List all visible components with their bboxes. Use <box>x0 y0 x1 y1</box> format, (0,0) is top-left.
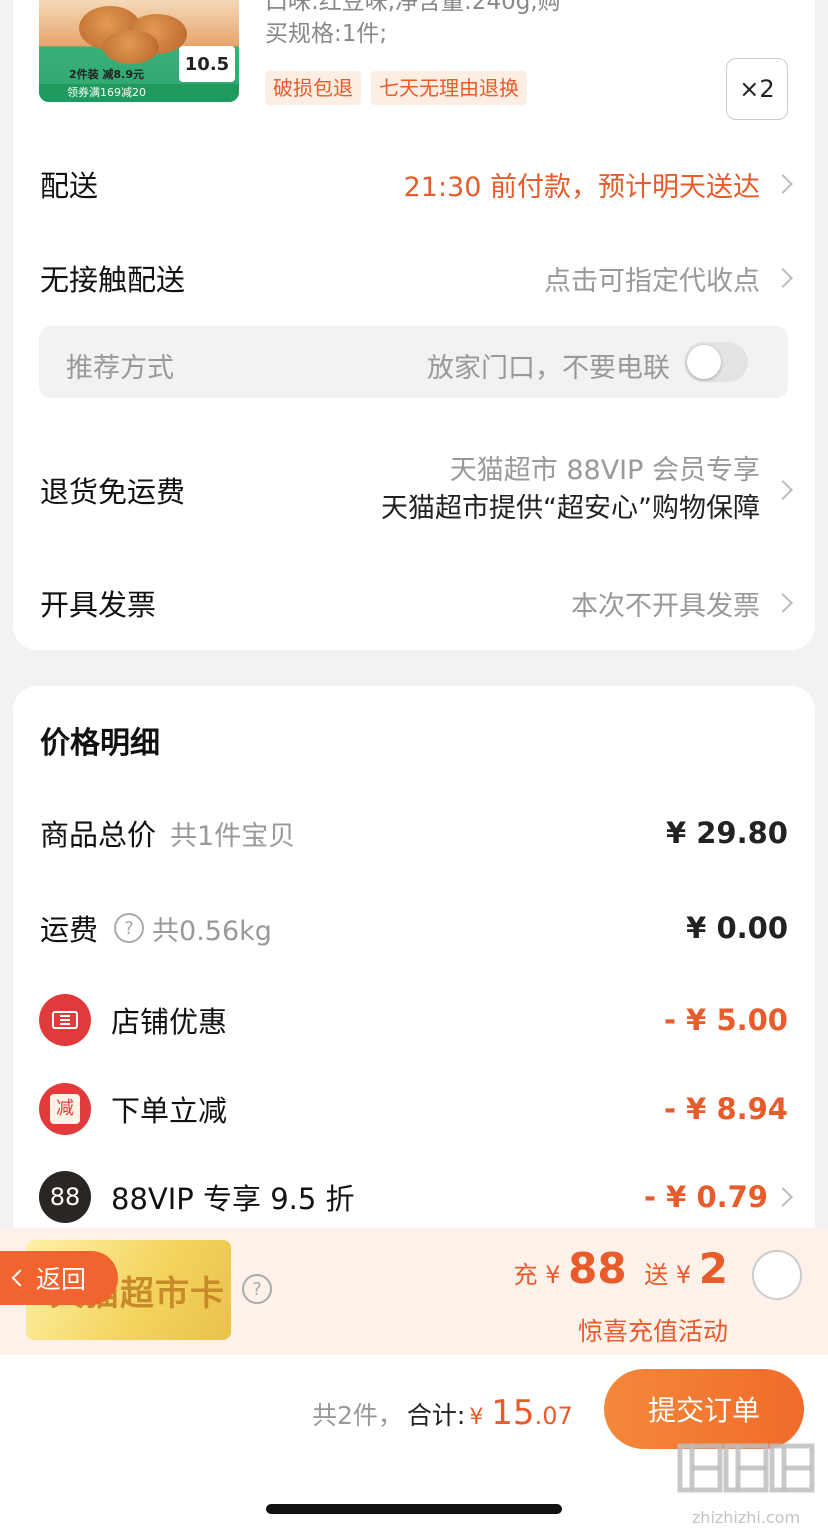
order-discount-label: 下单立减 <box>111 1094 228 1128</box>
items-total-label: 商品总价 <box>40 818 157 852</box>
item-count: 共2件， <box>312 1401 403 1430</box>
delivery-value: 21:30 前付款，预计明天送达 <box>404 165 793 204</box>
invoice-label: 开具发票 <box>40 588 157 622</box>
checkout-footer: 共2件， 合计: ¥ 15.07 提交订单 zhizhizhi.com <box>0 1355 828 1531</box>
coupon-icon <box>39 994 91 1046</box>
return-free-label: 退货免运费 <box>40 475 186 509</box>
chevron-right-icon <box>773 1187 793 1207</box>
tag-7day-return: 七天无理由退换 <box>371 71 527 105</box>
shipping-row: 运费? 共0.56kg ¥ 0.00 <box>40 905 788 951</box>
order-discount-amount: - ¥ 8.94 <box>664 1092 788 1126</box>
invoice-row[interactable]: 开具发票 本次不开具发票 <box>40 579 793 627</box>
store-discount-label: 店铺优惠 <box>111 1005 228 1039</box>
product-thumbnail[interactable]: 领券满169减20 2件装 减8.9元 10.5 <box>39 0 239 102</box>
contactless-row[interactable]: 无接触配送 点击可指定代收点 <box>40 254 793 302</box>
spec-line-2: 买规格:1件; <box>265 21 388 47</box>
return-free-value: 天猫超市 88VIP 会员专享 天猫超市提供“超安心”购物保障 <box>381 452 793 528</box>
submit-order-button[interactable]: 提交订单 <box>604 1369 804 1449</box>
quantity-selector[interactable]: ×2 <box>726 58 788 120</box>
tag-damage-return: 破损包退 <box>265 71 361 105</box>
order-total: 共2件， 合计: ¥ 15.07 <box>312 1393 573 1433</box>
home-indicator <box>266 1504 562 1514</box>
vip-amount: - ¥ 0.79 <box>644 1180 793 1214</box>
vip-discount-row[interactable]: 88 88VIP 专享 9.5 折 - ¥ 0.79 <box>39 1170 793 1224</box>
recommend-box: 推荐方式 放家门口，不要电联 <box>39 326 788 398</box>
delivery-label: 配送 <box>40 169 99 203</box>
help-icon[interactable]: ? <box>242 1274 272 1304</box>
thumb-promo: 领券满169减20 <box>39 84 239 102</box>
chevron-right-icon <box>773 593 793 613</box>
store-discount-row: 店铺优惠 - ¥ 5.00 <box>39 993 788 1047</box>
delivery-row[interactable]: 配送 21:30 前付款，预计明天送达 <box>40 160 793 208</box>
items-total-sub: 共1件宝贝 <box>170 820 296 852</box>
spec-line-1: 口味:红豆味,净含量:240g,购 <box>265 0 561 15</box>
product-spec: 口味:红豆味,净含量:240g,购 买规格:1件; <box>265 0 645 50</box>
recommend-value: 放家门口，不要电联 <box>427 353 670 384</box>
shipping-amount: ¥ 0.00 <box>686 911 788 945</box>
pancake-image <box>103 30 159 64</box>
recommend-toggle[interactable] <box>684 342 748 382</box>
chevron-right-icon <box>773 174 793 194</box>
recharge-banner[interactable]: 天猫超市卡 ? 充 ¥ 88 送 ¥ 2 惊喜充值活动 <box>0 1228 828 1355</box>
return-free-line2: 天猫超市提供“超安心”购物保障 <box>381 493 760 524</box>
recommend-label: 推荐方式 <box>66 353 174 384</box>
contactless-label: 无接触配送 <box>40 263 186 297</box>
watermark-logo <box>676 1440 816 1508</box>
store-discount-amount: - ¥ 5.00 <box>664 1003 788 1037</box>
shipping-sub: 共0.56kg <box>152 915 272 947</box>
invoice-value: 本次不开具发票 <box>571 584 793 623</box>
return-free-row[interactable]: 退货免运费 天猫超市 88VIP 会员专享 天猫超市提供“超安心”购物保障 <box>40 450 793 530</box>
recharge-subtitle: 惊喜充值活动 <box>577 1317 728 1346</box>
total-label: 合计: <box>406 1401 466 1430</box>
recharge-offer: 充 ¥ 88 送 ¥ 2 <box>513 1244 728 1293</box>
vip-label: 88VIP 专享 9.5 折 <box>111 1182 355 1216</box>
back-button[interactable]: 返回 <box>0 1251 118 1305</box>
chevron-right-icon <box>773 268 793 288</box>
thumb-promo-text: 2件装 减8.9元 <box>69 68 144 81</box>
recharge-radio[interactable] <box>752 1250 802 1300</box>
toggle-knob <box>687 345 721 379</box>
items-total-amount: ¥ 29.80 <box>665 816 788 850</box>
thumb-price: 10.5 <box>179 46 235 82</box>
price-detail-title: 价格明细 <box>40 726 160 761</box>
watermark-site: zhizhizhi.com <box>691 1508 801 1527</box>
chevron-left-icon <box>11 1269 29 1287</box>
shipping-label: 运费 <box>40 913 99 947</box>
total-amount: ¥ 15.07 <box>469 1393 573 1433</box>
back-label: 返回 <box>36 1265 87 1294</box>
vip-88-icon: 88 <box>39 1171 91 1223</box>
contactless-value: 点击可指定代收点 <box>544 259 793 298</box>
watermark: zhizhizhi.com <box>676 1440 816 1527</box>
order-discount-row: 减下单立减 - ¥ 8.94 <box>39 1082 788 1136</box>
discount-icon: 减 <box>39 1083 91 1135</box>
help-icon[interactable]: ? <box>114 913 145 943</box>
items-total-row: 商品总价 共1件宝贝 ¥ 29.80 <box>40 810 788 856</box>
chevron-right-icon <box>773 480 793 500</box>
return-free-line1: 天猫超市 88VIP 会员专享 <box>449 455 760 486</box>
